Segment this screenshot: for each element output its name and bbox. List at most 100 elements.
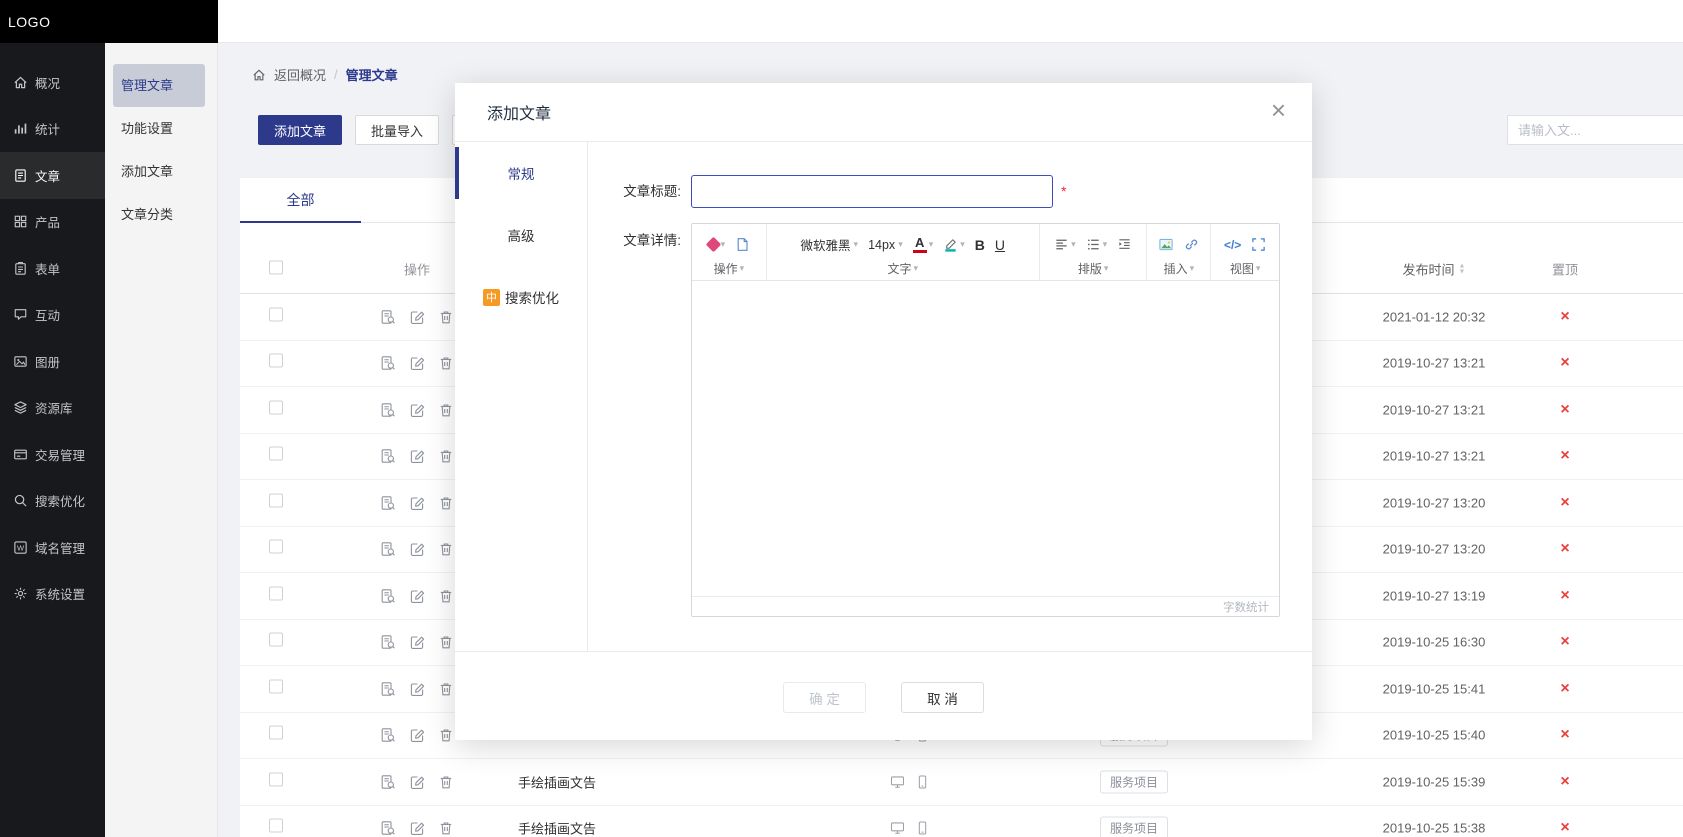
preview-icon[interactable]	[380, 355, 396, 371]
modal-tab-seo[interactable]: 中 搜索优化	[455, 266, 587, 328]
preview-icon[interactable]	[380, 448, 396, 464]
group-label-text[interactable]: 文字▾	[767, 260, 1039, 277]
sidebar-item-resource[interactable]: 资源库	[0, 385, 105, 432]
sidebar-item-domain[interactable]: W域名管理	[0, 524, 105, 571]
bold-button[interactable]: B	[975, 237, 985, 253]
sort-icon[interactable]: ▲▼	[1459, 263, 1466, 275]
row-checkbox[interactable]	[269, 772, 283, 786]
sidebar-item-article[interactable]: 文章	[0, 152, 105, 199]
modal-tab-advanced[interactable]: 高级	[455, 204, 587, 266]
preview-icon[interactable]	[380, 588, 396, 604]
editor-content[interactable]	[692, 281, 1279, 596]
submenu-item-3[interactable]: 文章分类	[105, 193, 217, 236]
font-family-select[interactable]: 微软雅黑▾	[801, 235, 859, 254]
delete-icon[interactable]	[438, 588, 454, 604]
sidebar-item-form[interactable]: 表单	[0, 245, 105, 292]
add-article-button[interactable]: 添加文章	[258, 115, 342, 145]
sidebar-item-home[interactable]: 概况	[0, 59, 105, 106]
bg-color-icon[interactable]: ▾	[943, 237, 965, 252]
delete-icon[interactable]	[438, 634, 454, 650]
select-all-checkbox[interactable]	[269, 261, 283, 275]
row-checkbox[interactable]	[269, 633, 283, 647]
document-icon[interactable]	[735, 237, 750, 252]
fullscreen-icon[interactable]	[1251, 237, 1266, 252]
delete-icon[interactable]	[438, 820, 454, 836]
edit-icon[interactable]	[409, 634, 425, 650]
edit-icon[interactable]	[409, 727, 425, 743]
batch-import-button[interactable]: 批量导入	[355, 115, 439, 145]
submenu-item-0[interactable]: 管理文章	[113, 64, 205, 107]
preview-icon[interactable]	[380, 541, 396, 557]
edit-icon[interactable]	[409, 309, 425, 325]
cancel-button[interactable]: 取 消	[901, 682, 984, 713]
row-checkbox[interactable]	[269, 493, 283, 507]
row-checkbox[interactable]	[269, 400, 283, 414]
preview-icon[interactable]	[380, 309, 396, 325]
delete-icon[interactable]	[438, 774, 454, 790]
sidebar-item-product[interactable]: 产品	[0, 199, 105, 246]
submenu-item-1[interactable]: 功能设置	[105, 107, 217, 150]
sidebar-item-trade[interactable]: 交易管理	[0, 431, 105, 478]
pinned-status[interactable]: ×	[1545, 773, 1585, 791]
edit-icon[interactable]	[409, 355, 425, 371]
article-title-input[interactable]	[691, 175, 1053, 208]
row-checkbox[interactable]	[269, 354, 283, 368]
code-icon[interactable]: </>	[1224, 238, 1241, 252]
group-label-insert[interactable]: 插入▾	[1147, 260, 1210, 277]
pinned-status[interactable]: ×	[1545, 587, 1585, 605]
align-icon[interactable]: ▾	[1054, 237, 1076, 252]
pinned-status[interactable]: ×	[1545, 401, 1585, 419]
preview-icon[interactable]	[380, 774, 396, 790]
row-title[interactable]: 手绘插画文告	[518, 819, 596, 837]
delete-icon[interactable]	[438, 727, 454, 743]
edit-icon[interactable]	[409, 774, 425, 790]
breadcrumb-back[interactable]: 返回概况	[274, 65, 326, 84]
confirm-button[interactable]: 确 定	[783, 682, 866, 713]
delete-icon[interactable]	[438, 495, 454, 511]
row-title[interactable]: 手绘插画文告	[518, 772, 596, 791]
pinned-status[interactable]: ×	[1545, 633, 1585, 651]
font-color-icon[interactable]: A ▾	[913, 236, 934, 253]
pinned-status[interactable]: ×	[1545, 540, 1585, 558]
font-size-select[interactable]: 14px▾	[868, 238, 903, 252]
sidebar-item-seo[interactable]: 搜索优化	[0, 478, 105, 525]
row-checkbox[interactable]	[269, 679, 283, 693]
pinned-status[interactable]: ×	[1545, 447, 1585, 465]
close-icon[interactable]: ×	[1271, 97, 1286, 123]
edit-icon[interactable]	[409, 541, 425, 557]
underline-button[interactable]: U	[995, 237, 1005, 253]
tab-all[interactable]: 全部	[240, 178, 361, 223]
delete-icon[interactable]	[438, 448, 454, 464]
delete-icon[interactable]	[438, 355, 454, 371]
pinned-status[interactable]: ×	[1545, 819, 1585, 837]
edit-icon[interactable]	[409, 402, 425, 418]
group-label-view[interactable]: 视图▾	[1211, 260, 1279, 277]
image-icon[interactable]	[1158, 237, 1174, 252]
pinned-status[interactable]: ×	[1545, 494, 1585, 512]
sidebar-item-interact[interactable]: 互动	[0, 292, 105, 339]
list-icon[interactable]: ▾	[1086, 237, 1108, 252]
search-input[interactable]	[1507, 115, 1683, 145]
delete-icon[interactable]	[438, 681, 454, 697]
edit-icon[interactable]	[409, 820, 425, 836]
delete-icon[interactable]	[438, 402, 454, 418]
sidebar-item-settings[interactable]: 系统设置	[0, 571, 105, 618]
sidebar-item-stats[interactable]: 统计	[0, 106, 105, 153]
edit-icon[interactable]	[409, 588, 425, 604]
preview-icon[interactable]	[380, 681, 396, 697]
indent-icon[interactable]	[1117, 237, 1132, 252]
delete-icon[interactable]	[438, 541, 454, 557]
pinned-status[interactable]: ×	[1545, 308, 1585, 326]
group-label-layout[interactable]: 排版▾	[1040, 260, 1147, 277]
delete-icon[interactable]	[438, 309, 454, 325]
modal-tab-general[interactable]: 常规	[455, 142, 587, 204]
pinned-status[interactable]: ×	[1545, 726, 1585, 744]
row-checkbox[interactable]	[269, 307, 283, 321]
format-brush-icon[interactable]: ▾	[708, 239, 726, 250]
row-checkbox[interactable]	[269, 819, 283, 833]
header-publish-time[interactable]: 发布时间 ▲▼	[1368, 260, 1500, 279]
submenu-item-2[interactable]: 添加文章	[105, 150, 217, 193]
edit-icon[interactable]	[409, 681, 425, 697]
preview-icon[interactable]	[380, 634, 396, 650]
preview-icon[interactable]	[380, 727, 396, 743]
